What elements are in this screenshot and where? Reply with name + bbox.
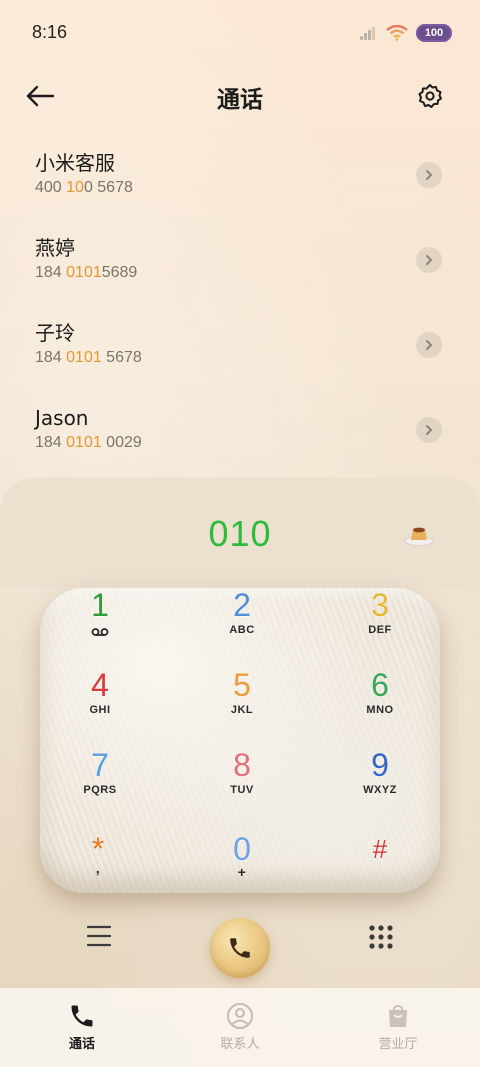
tab-label: 营业厅 [378, 1037, 418, 1052]
phone-call-icon [230, 938, 250, 958]
key-0[interactable]: 0 + [182, 832, 302, 912]
contact-detail-button[interactable] [416, 162, 442, 188]
tab-contacts[interactable]: 联系人 [160, 988, 320, 1067]
contact-name: Jason [35, 406, 89, 430]
settings-button[interactable] [412, 78, 448, 114]
key-letters: , [95, 860, 101, 876]
key-digit: 7 [91, 747, 109, 783]
key-1[interactable]: 1 [40, 588, 160, 668]
contact-row[interactable]: 小米客服 400 100 5678 [0, 140, 480, 225]
chevron-right-icon [426, 170, 433, 180]
contact-number: 400 100 5678 [35, 179, 133, 196]
call-button[interactable] [210, 918, 270, 978]
chevron-right-icon [426, 425, 433, 435]
contact-name: 小米客服 [35, 151, 115, 175]
key-5[interactable]: 5 JKL [182, 668, 302, 748]
key-digit: 2 [233, 587, 251, 623]
signal-icon [360, 26, 378, 40]
contact-detail-button[interactable] [416, 332, 442, 358]
tab-service-hall[interactable]: 营业厅 [318, 988, 478, 1067]
bottom-tab-bar: 通话 联系人 营业厅 [0, 988, 480, 1067]
contact-row[interactable]: 子玲 184 0101 5678 [0, 310, 480, 395]
dial-display-panel: 010 [0, 477, 480, 587]
contact-detail-button[interactable] [416, 247, 442, 273]
menu-icon[interactable] [84, 922, 114, 950]
chevron-right-icon [426, 255, 433, 265]
status-bar: 8:16 100 [0, 0, 480, 68]
key-digit: 4 [91, 667, 109, 703]
key-digit: # [372, 834, 388, 864]
key-digit: 6 [371, 667, 389, 703]
battery-indicator: 100 [416, 24, 452, 42]
tab-label: 联系人 [220, 1037, 260, 1052]
key-3[interactable]: 3 DEF [320, 588, 440, 668]
gear-icon [418, 84, 442, 108]
contact-number: 184 01015689 [35, 264, 138, 281]
key-9[interactable]: 9 WXYZ [320, 748, 440, 828]
key-4[interactable]: 4 GHI [40, 668, 160, 748]
store-bag-icon [389, 1005, 407, 1027]
contact-name: 子玲 [35, 321, 75, 345]
contact-row[interactable]: 燕婷 184 01015689 [0, 225, 480, 310]
tab-calls[interactable]: 通话 [2, 988, 162, 1067]
chevron-right-icon [426, 340, 433, 350]
key-7[interactable]: 7 PQRS [40, 748, 160, 828]
key-letters: DEF [368, 624, 392, 636]
dialpad-toggle-icon[interactable] [366, 922, 396, 952]
header: 通话 [0, 72, 480, 118]
page-title: 通话 [217, 87, 263, 113]
key-digit: 0 [233, 831, 251, 867]
key-6[interactable]: 6 MNO [320, 668, 440, 748]
key-letters: MNO [366, 704, 394, 716]
contact-suggestion-list: 小米客服 400 100 5678 燕婷 184 01015689 子玲 184… [0, 140, 480, 480]
key-digit: 1 [91, 587, 109, 623]
phone-icon [71, 1005, 93, 1027]
key-letters: PQRS [83, 784, 117, 796]
key-2[interactable]: 2 ABC [182, 588, 302, 668]
contacts-icon [227, 1003, 253, 1029]
key-letters: WXYZ [363, 784, 397, 796]
contact-number: 184 0101 0029 [35, 434, 142, 451]
key-digit: 8 [233, 747, 251, 783]
contact-detail-button[interactable] [416, 417, 442, 443]
status-icons: 100 [360, 24, 452, 42]
key-hash[interactable]: # [320, 832, 440, 912]
key-digit: 5 [233, 667, 251, 703]
key-letters: ABC [229, 624, 255, 636]
key-letters: TUV [230, 784, 254, 796]
key-letters: JKL [230, 704, 254, 716]
key-digit: 9 [371, 747, 389, 783]
key-8[interactable]: 8 TUV [182, 748, 302, 828]
contact-number: 184 0101 5678 [35, 349, 142, 366]
key-star[interactable]: * , [38, 832, 158, 912]
tab-label: 通话 [68, 1037, 95, 1052]
key-digit: 3 [371, 587, 389, 623]
contact-row[interactable]: Jason 184 0101 0029 [0, 395, 480, 480]
wifi-icon [386, 25, 408, 41]
key-letters: GHI [89, 704, 111, 716]
contact-name: 燕婷 [35, 236, 75, 260]
key-letters: + [237, 864, 247, 880]
pudding-icon[interactable] [404, 521, 434, 547]
status-time: 8:16 [32, 22, 68, 42]
voicemail-icon [91, 628, 109, 636]
